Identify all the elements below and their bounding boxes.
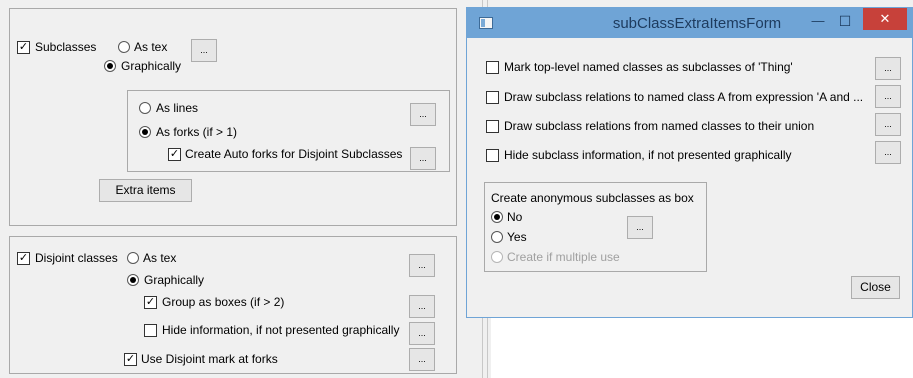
option-thing-options-button[interactable]: ... <box>875 57 901 80</box>
disjoint-graphically-label: Graphically <box>144 273 205 287</box>
disjoint-as-text-options-button[interactable]: ... <box>409 254 435 277</box>
option-checkbox-thing[interactable] <box>486 61 499 74</box>
anon-yes-label: Yes <box>507 230 527 244</box>
hide-info-checkbox[interactable] <box>144 324 157 337</box>
group-boxes-options-button[interactable]: ... <box>409 295 435 318</box>
layout-subgroup: As lines ... As forks (if > 1) ✓ Create … <box>127 90 450 172</box>
anonymous-subclasses-groupbox: Create anonymous subclasses as box No ..… <box>484 182 707 272</box>
group-boxes-checkbox[interactable]: ✓ <box>144 296 157 309</box>
disjoint-groupbox: ✓ Disjoint classes As tex ... Graphicall… <box>9 236 457 374</box>
option-label-union: Draw subclass relations from named class… <box>504 119 815 133</box>
subclasses-label: Subclasses <box>35 40 97 54</box>
close-window-button[interactable]: ✕ <box>863 8 907 30</box>
disjoint-as-text-label: As tex <box>143 251 177 265</box>
anon-no-radio[interactable] <box>491 211 503 223</box>
disjoint-graphically-radio[interactable] <box>127 274 139 286</box>
as-forks-label: As forks (if > 1) <box>156 125 238 139</box>
dialog-titlebar[interactable]: subClassExtraItemsForm — ☐ ✕ <box>467 8 912 38</box>
anon-yes-radio[interactable] <box>491 231 503 243</box>
as-lines-options-button[interactable]: ... <box>410 103 436 126</box>
graphically-radio[interactable] <box>104 60 116 72</box>
anon-no-label: No <box>507 210 523 224</box>
sub-class-extra-items-dialog: subClassExtraItemsForm — ☐ ✕ Mark top-le… <box>466 7 913 318</box>
dialog-title: subClassExtraItemsForm <box>612 15 782 32</box>
extra-items-button[interactable]: Extra items <box>99 179 192 202</box>
maximize-icon: ☐ <box>838 13 852 29</box>
subclasses-groupbox: ✓ Subclasses As tex ... Graphically As l… <box>9 8 457 226</box>
anonymous-subclasses-heading: Create anonymous subclasses as box <box>491 191 694 205</box>
anon-multiple-label: Create if multiple use <box>507 250 620 264</box>
option-label-thing: Mark top-level named classes as subclass… <box>504 60 793 74</box>
auto-forks-options-button[interactable]: ... <box>410 147 436 170</box>
option-expression-options-button[interactable]: ... <box>875 85 901 108</box>
auto-forks-label: Create Auto forks for Disjoint Subclasse… <box>185 147 403 161</box>
use-mark-options-button[interactable]: ... <box>409 348 435 371</box>
minimize-icon: — <box>811 13 825 28</box>
close-button[interactable]: Close <box>851 276 900 299</box>
hide-info-label: Hide information, if not presented graph… <box>162 323 400 337</box>
option-union-options-button[interactable]: ... <box>875 113 901 136</box>
use-mark-checkbox[interactable]: ✓ <box>124 353 137 366</box>
option-checkbox-union[interactable] <box>486 120 499 133</box>
close-icon: ✕ <box>879 11 891 26</box>
as-forks-radio[interactable] <box>139 126 151 138</box>
use-mark-label: Use Disjoint mark at forks <box>141 352 278 366</box>
group-boxes-label: Group as boxes (if > 2) <box>162 295 285 309</box>
option-checkbox-hide[interactable] <box>486 149 499 162</box>
auto-forks-checkbox[interactable]: ✓ <box>168 148 181 161</box>
anon-multiple-radio[interactable] <box>491 251 503 263</box>
disjoint-label: Disjoint classes <box>35 251 118 265</box>
subclasses-checkbox[interactable]: ✓ <box>17 41 30 54</box>
anon-no-options-button[interactable]: ... <box>627 216 653 239</box>
as-lines-label: As lines <box>156 101 199 115</box>
option-label-expression: Draw subclass relations to named class A… <box>504 90 864 104</box>
hide-info-options-button[interactable]: ... <box>409 322 435 345</box>
maximize-button[interactable]: ☐ <box>832 8 858 36</box>
disjoint-checkbox[interactable]: ✓ <box>17 252 30 265</box>
option-hide-options-button[interactable]: ... <box>875 141 901 164</box>
window-app-icon <box>479 17 493 29</box>
disjoint-as-text-radio[interactable] <box>127 252 139 264</box>
option-checkbox-expression[interactable] <box>486 91 499 104</box>
as-text-label: As tex <box>134 40 168 54</box>
as-lines-radio[interactable] <box>139 102 151 114</box>
as-text-radio[interactable] <box>118 41 130 53</box>
graphically-label: Graphically <box>121 59 182 73</box>
minimize-button[interactable]: — <box>805 8 831 36</box>
option-label-hide: Hide subclass information, if not presen… <box>504 148 792 162</box>
content-area <box>491 310 913 378</box>
